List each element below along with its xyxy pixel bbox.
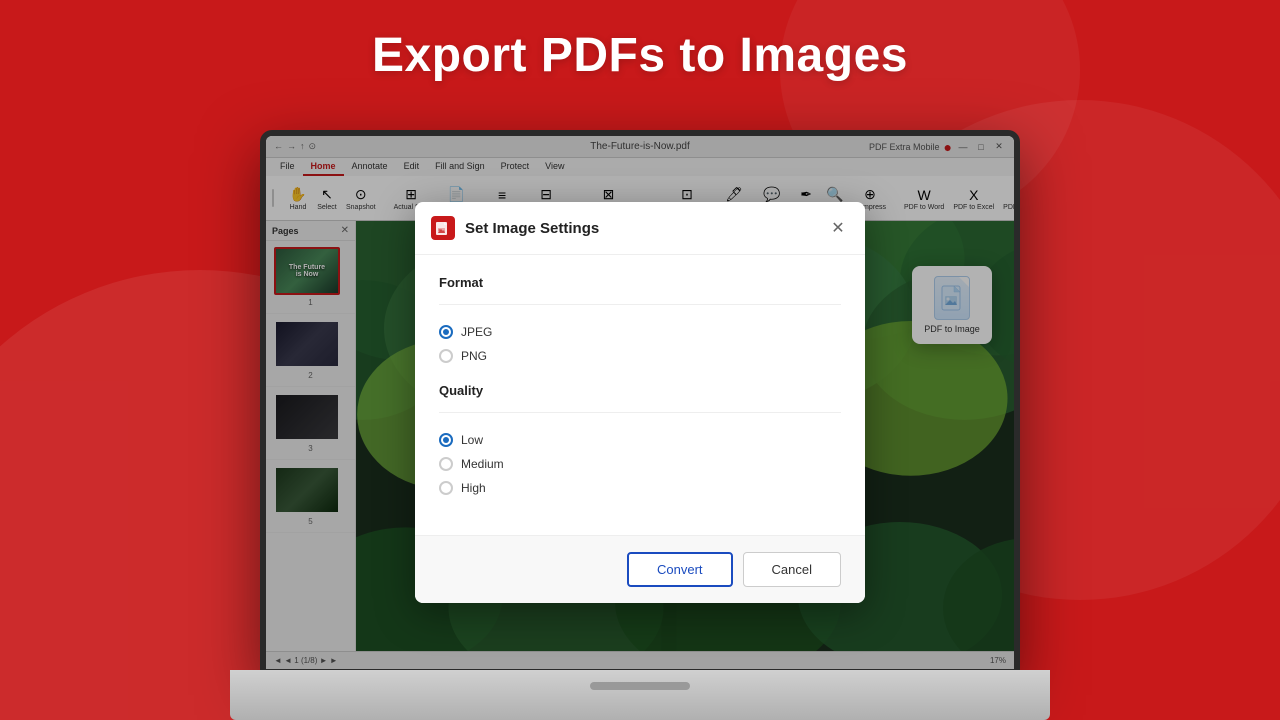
format-jpeg-label: JPEG bbox=[461, 325, 492, 339]
format-jpeg-option[interactable]: JPEG bbox=[439, 325, 841, 339]
format-jpeg-radio[interactable] bbox=[439, 325, 453, 339]
quality-high-radio[interactable] bbox=[439, 481, 453, 495]
modal-header-icon bbox=[431, 216, 455, 240]
format-png-option[interactable]: PNG bbox=[439, 349, 841, 363]
modal-overlay: Set Image Settings ✕ Format JPEG bbox=[266, 136, 1014, 669]
quality-section-title: Quality bbox=[439, 383, 841, 398]
quality-low-label: Low bbox=[461, 433, 483, 447]
modal-body: Format JPEG PNG Quality bbox=[415, 255, 865, 535]
set-image-settings-modal: Set Image Settings ✕ Format JPEG bbox=[415, 202, 865, 603]
laptop-shell: ← → ↑ ⊙ The-Future-is-Now.pdf PDF Extra … bbox=[230, 130, 1050, 720]
format-divider bbox=[439, 304, 841, 305]
quality-high-option[interactable]: High bbox=[439, 481, 841, 495]
quality-divider bbox=[439, 412, 841, 413]
page-title: Export PDFs to Images bbox=[0, 28, 1280, 83]
quality-low-radio[interactable] bbox=[439, 433, 453, 447]
quality-medium-radio[interactable] bbox=[439, 457, 453, 471]
modal-footer: Convert Cancel bbox=[415, 535, 865, 603]
modal-header: Set Image Settings ✕ bbox=[415, 202, 865, 255]
quality-radio-group: Low Medium High bbox=[439, 433, 841, 495]
format-png-radio[interactable] bbox=[439, 349, 453, 363]
laptop-screen: ← → ↑ ⊙ The-Future-is-Now.pdf PDF Extra … bbox=[260, 130, 1020, 675]
cancel-button[interactable]: Cancel bbox=[743, 552, 841, 587]
convert-button[interactable]: Convert bbox=[627, 552, 733, 587]
modal-title: Set Image Settings bbox=[465, 220, 817, 237]
quality-low-option[interactable]: Low bbox=[439, 433, 841, 447]
quality-high-label: High bbox=[461, 481, 486, 495]
format-png-label: PNG bbox=[461, 349, 487, 363]
format-section-title: Format bbox=[439, 275, 841, 290]
quality-medium-option[interactable]: Medium bbox=[439, 457, 841, 471]
quality-medium-label: Medium bbox=[461, 457, 504, 471]
format-radio-group: JPEG PNG bbox=[439, 325, 841, 363]
modal-close-btn[interactable]: ✕ bbox=[827, 217, 849, 239]
laptop-base bbox=[230, 670, 1050, 720]
